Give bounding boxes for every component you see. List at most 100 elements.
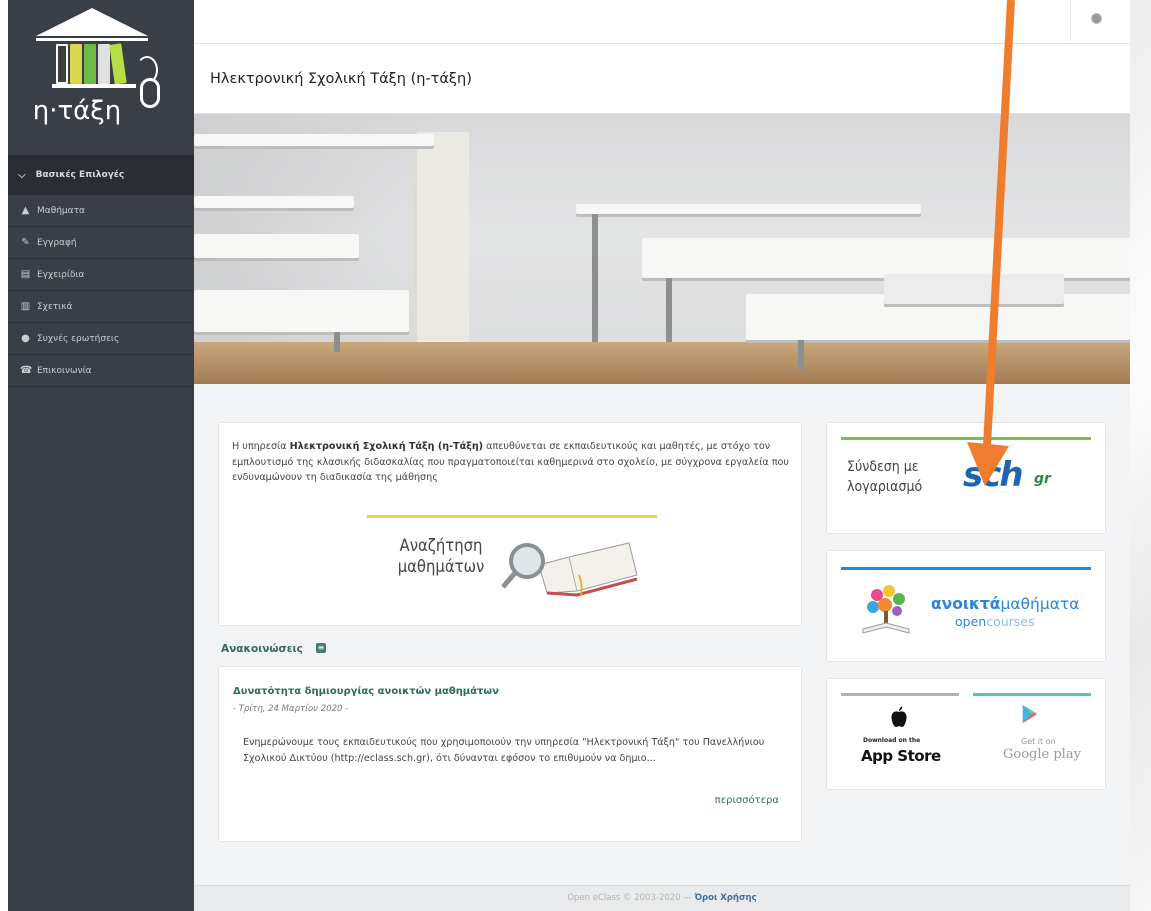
logo-book-icon (98, 44, 110, 84)
logo-book-icon (70, 44, 82, 84)
sch-card-accent (841, 437, 1091, 440)
document-icon: ▤ (20, 269, 31, 280)
hero-chair (884, 274, 1064, 304)
sidebar-item-manuals[interactable]: ▤ Εγχειρίδια (8, 259, 194, 291)
sidebar-item-label: Επικοινωνία (37, 365, 92, 376)
sidebar-item-faq[interactable]: ● Συχνές ερωτήσεις (8, 323, 194, 355)
hero-desk (194, 196, 354, 208)
hero-desk (642, 238, 1130, 278)
sidebar-section-label: Βασικές Επιλογές (35, 170, 125, 180)
sidebar-item-about[interactable]: ▥ Σχετικά (8, 291, 194, 323)
sidebar: η·τάξη ⌵ Βασικές Επιλογές ▲ Μαθήματα ✎ Ε… (8, 0, 194, 911)
appstore-accent (841, 693, 959, 696)
hero-desk-leg (334, 332, 340, 352)
google-play-icon (1022, 705, 1038, 723)
footer: Open eClass © 2003-2020 — Όροι Χρήσης (194, 885, 1130, 911)
sidebar-item-label: Συχνές ερωτήσεις (37, 333, 120, 344)
sidebar-item-register[interactable]: ✎ Εγγραφή (8, 227, 194, 259)
topbar-divider (1070, 0, 1071, 44)
opencourses-sub-dark: open (955, 614, 987, 629)
sidebar-section-main-options[interactable]: ⌵ Βασικές Επιλογές (8, 155, 194, 195)
globe-icon[interactable] (1091, 13, 1102, 24)
opencourses-subtitle: opencourses (955, 614, 1035, 629)
main-content: Ηλεκτρονική Σχολική Τάξη (η-τάξη) Η υπηρ… (194, 0, 1130, 911)
tree-book-icon (862, 585, 910, 634)
hero-desk (194, 234, 359, 258)
sidebar-item-label: Σχετικά (37, 301, 73, 312)
course-search-banner[interactable]: Αναζήτηση μαθημάτων (367, 515, 657, 611)
sidebar-item-label: Εγγραφή (37, 237, 77, 248)
footer-copyright: Open eClass © 2003-2020 — (567, 893, 695, 903)
logo-book-icon (56, 44, 68, 84)
rss-icon[interactable]: ≡ (316, 643, 326, 653)
announcement-body: Ενημερώνουμε τους εκπαιδευτικούς που χρη… (243, 737, 765, 764)
logo-book-icon (109, 43, 127, 85)
sch-login-line1: Σύνδεση με (847, 459, 919, 475)
course-search-line1: Αναζήτηση (399, 536, 483, 555)
announcement-card: Δυνατότητα δημιουργίας ανοικτών μαθημάτω… (218, 666, 802, 842)
course-search-line2: μαθημάτων (397, 557, 485, 576)
sidebar-item-courses[interactable]: ▲ Μαθήματα (8, 195, 194, 227)
logo-book-icon (84, 44, 96, 84)
app-store-name: App Store (861, 747, 941, 765)
page-title: Ηλεκτρονική Σχολική Τάξη (η-τάξη) (210, 71, 472, 87)
logo-roof-line (36, 38, 148, 41)
top-bar (194, 0, 1130, 44)
panel-icon: ▥ (20, 301, 31, 312)
hero-desk (194, 290, 409, 332)
phone-icon: ☎ (20, 365, 33, 376)
hero-desk-leg (666, 278, 672, 342)
app-stores-card: Download on the App Store Get it on Goog… (826, 678, 1106, 790)
opencourses-card[interactable]: ανοικτάμαθήματα opencourses (826, 550, 1106, 662)
sch-login-line2: λογαριασμό (847, 479, 923, 495)
apple-icon (891, 706, 907, 727)
window-edge-left (0, 0, 8, 911)
site-logo[interactable]: η·τάξη (8, 0, 194, 155)
magnifier-book-icon (501, 542, 638, 597)
chevron-down-icon: ⌵ (18, 169, 26, 181)
sch-logo-suffix: gr (1034, 471, 1051, 487)
page-header: Ηλεκτρονική Σχολική Τάξη (η-τάξη) (194, 44, 1130, 114)
opencourses-title-rest: μαθήματα (1000, 595, 1080, 613)
opencourses-title-bold: ανοικτά (931, 595, 1001, 613)
hero-desk-leg (798, 340, 804, 370)
hero-classroom-image (194, 114, 1130, 384)
window-edge-right (1130, 0, 1151, 911)
hero-desk (194, 134, 434, 146)
google-play-badge[interactable]: Get it on Google play (973, 701, 1091, 785)
sidebar-item-contact[interactable]: ☎ Επικοινωνία (8, 355, 194, 387)
logo-shelf (52, 84, 136, 88)
sidebar-item-label: Εγχειρίδια (37, 269, 85, 280)
sch-login-card[interactable]: Σύνδεση με λογαριασμό sch gr (826, 422, 1106, 534)
announcements-heading: Ανακοινώσεις (221, 643, 303, 655)
opencourses-card-accent (841, 567, 1091, 570)
course-search-label: Αναζήτηση μαθημάτων (391, 535, 491, 577)
sch-login-label: Σύνδεση με λογαριασμό (847, 457, 922, 497)
announcement-date: - Τρίτη, 24 Μαρτίου 2020 - (233, 704, 349, 714)
search-banner-accent (367, 515, 657, 518)
opencourses-sub-light: courses (986, 614, 1035, 629)
intro-text-start: Η υπηρεσία (232, 441, 290, 452)
mouse-icon (140, 78, 160, 108)
opencourses-title: ανοικτάμαθήματα (931, 595, 1079, 613)
terms-link[interactable]: Όροι Χρήσης (694, 893, 756, 903)
intro-text: Η υπηρεσία Ηλεκτρονική Σχολική Τάξη (η-Τ… (232, 439, 802, 486)
app-store-caption: Download on the (863, 737, 921, 744)
intro-service-name: Ηλεκτρονική Σχολική Τάξη (η-Τάξη) (289, 441, 484, 452)
graduation-cap-icon: ▲ (21, 205, 30, 216)
question-icon: ● (21, 333, 30, 344)
hero-desk (576, 204, 921, 214)
read-more-link[interactable]: περισσότερα (715, 795, 779, 806)
sidebar-menu: ▲ Μαθήματα ✎ Εγγραφή ▤ Εγχειρίδια ▥ Σχετ… (8, 195, 194, 387)
googleplay-accent (973, 693, 1091, 696)
hero-cabinet (414, 132, 469, 342)
logo-text: η·τάξη (32, 96, 122, 126)
logo-roof-shape (36, 8, 148, 36)
announcement-title[interactable]: Δυνατότητα δημιουργίας ανοικτών μαθημάτω… (233, 686, 499, 697)
sidebar-item-label: Μαθήματα (37, 205, 85, 216)
hero-desk-leg (592, 214, 598, 342)
intro-card: Η υπηρεσία Ηλεκτρονική Σχολική Τάξη (η-Τ… (218, 422, 802, 626)
edit-icon: ✎ (21, 237, 30, 248)
app-store-badge[interactable]: Download on the App Store (841, 701, 959, 785)
google-play-caption: Get it on (1021, 737, 1056, 746)
